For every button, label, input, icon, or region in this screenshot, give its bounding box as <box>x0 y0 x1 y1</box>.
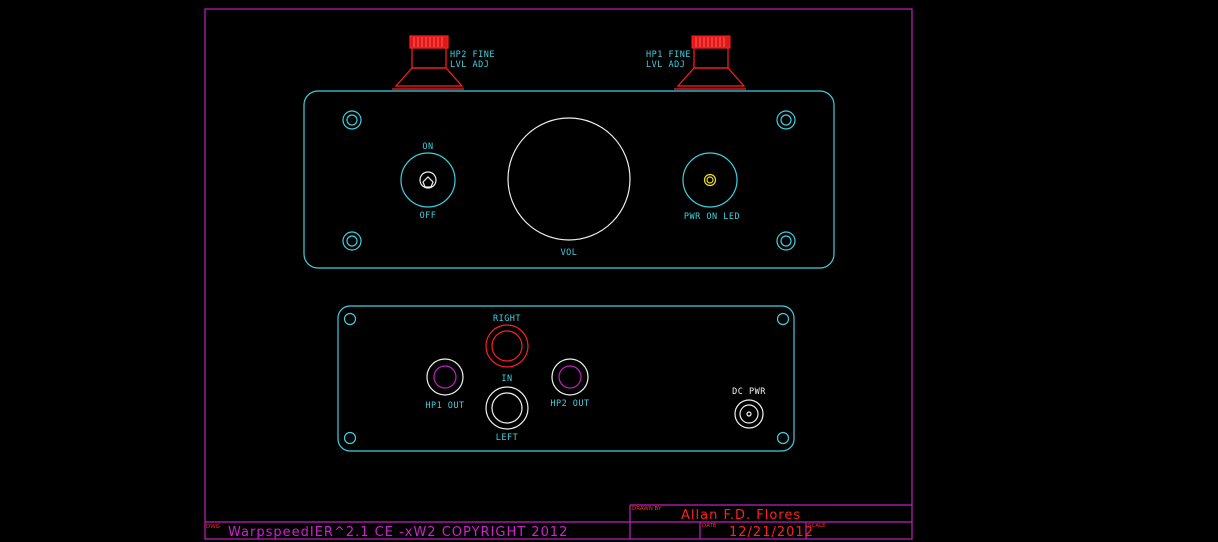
rear-panel-screw-br <box>776 431 790 445</box>
hp1-output-label: HP1 OUT <box>425 401 464 411</box>
volume-knob <box>507 117 631 241</box>
drawing-canvas: HP2 FINE LVL ADJ HP1 FINE LVL ADJ ON OFF… <box>204 8 913 540</box>
drawing-date: 12/21/2012 <box>729 525 814 540</box>
date-label: DATE <box>702 523 717 529</box>
dc-power-label: DC PWR <box>732 387 766 397</box>
front-panel-screw-tl <box>342 110 362 130</box>
front-panel-screw-tr <box>776 110 796 130</box>
hp2-output-jack <box>551 358 589 396</box>
switch-on-label: ON <box>422 142 433 152</box>
scale-label: SCALE <box>808 523 826 529</box>
drawing-title: WarpspeedIER^2.1 CE -xW2 COPYRIGHT 2012 <box>228 525 568 540</box>
power-led-label: PWR ON LED <box>684 212 740 222</box>
hp2-output-label: HP2 OUT <box>550 399 589 409</box>
front-panel-screw-bl <box>342 231 362 251</box>
hp2-fine-label-line1: HP2 FINE <box>450 50 495 60</box>
switch-off-label: OFF <box>420 211 437 221</box>
hp2-fine-label-line2: LVL ADJ <box>450 60 489 70</box>
drawing-frame <box>204 8 913 540</box>
right-input-label: RIGHT <box>493 314 521 324</box>
dwg-label: DWG <box>206 524 220 530</box>
volume-label: VOL <box>561 248 578 258</box>
rear-panel-screw-tl <box>343 312 357 326</box>
drawn-by-name: Allan F.D. Flores <box>681 508 801 523</box>
power-led <box>682 152 738 208</box>
rear-panel-outline <box>337 305 795 452</box>
hp1-output-jack <box>426 358 464 396</box>
hp1-fine-label-line2: LVL ADJ <box>646 60 685 70</box>
drawn-by-label: DRAWN BY <box>632 506 662 512</box>
front-panel-screw-br <box>776 231 796 251</box>
hp1-fine-label-line1: HP1 FINE <box>646 50 691 60</box>
power-toggle-switch <box>400 152 456 208</box>
input-label: IN <box>501 374 512 384</box>
dc-power-jack <box>734 399 764 429</box>
rear-panel-screw-bl <box>343 431 357 445</box>
rear-panel-screw-tr <box>776 312 790 326</box>
right-input-jack <box>485 324 529 368</box>
left-input-label: LEFT <box>496 433 518 443</box>
left-input-jack <box>485 386 529 430</box>
